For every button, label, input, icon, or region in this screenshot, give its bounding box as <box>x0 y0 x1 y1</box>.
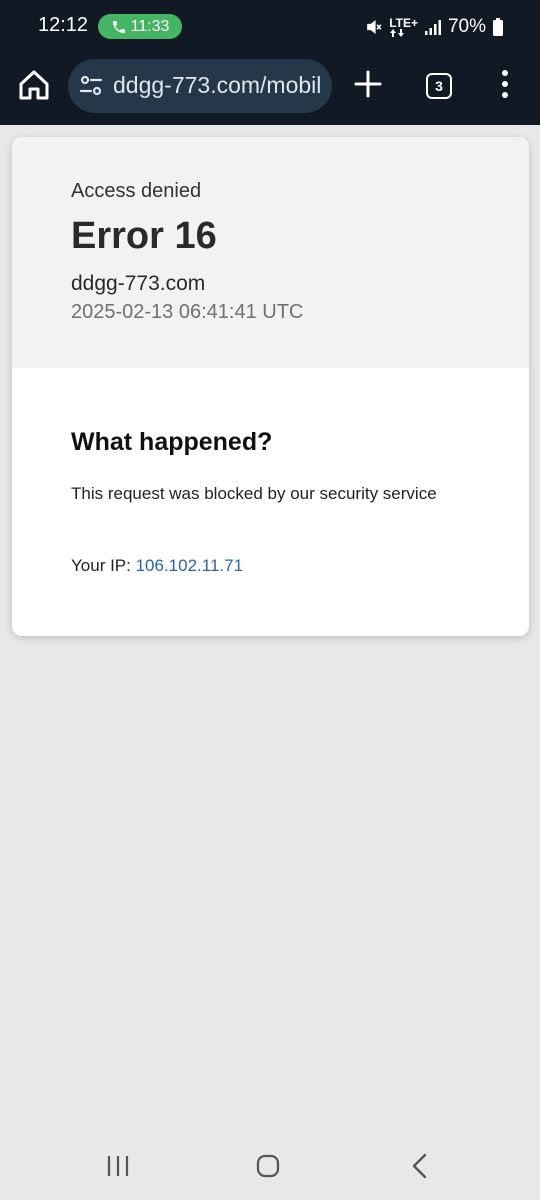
tab-count: 3 <box>435 78 443 94</box>
signal-icon <box>424 20 441 35</box>
system-nav-bar <box>0 1132 540 1200</box>
site-settings-icon[interactable] <box>79 75 103 97</box>
status-icons: LTE+ 70% <box>365 12 504 42</box>
blocked-message: This request was blocked by our security… <box>71 484 437 503</box>
browser-toolbar: ddgg-773.com/mobil 3 <box>0 54 540 125</box>
more-vert-icon[interactable] <box>498 70 512 102</box>
status-bar: 12:12 11:33 LTE+ 70% <box>0 0 540 54</box>
battery-percent: 70% <box>447 16 486 37</box>
ip-line: Your IP: 106.102.11.71 <box>71 556 243 576</box>
what-happened-heading: What happened? <box>71 428 273 456</box>
ip-value[interactable]: 106.102.11.71 <box>136 556 243 575</box>
url-text: ddgg-773.com/mobil <box>113 72 322 98</box>
call-duration: 11:33 <box>130 17 170 35</box>
vibrate-mute-icon <box>367 20 382 34</box>
error-header: Access denied Error 16 ddgg-773.com 2025… <box>12 137 529 368</box>
tab-switcher-button[interactable]: 3 <box>426 73 452 99</box>
ongoing-call-pill[interactable]: 11:33 <box>98 14 182 39</box>
error-domain: ddgg-773.com <box>71 272 206 295</box>
access-denied-label: Access denied <box>71 180 202 202</box>
address-bar[interactable]: ddgg-773.com/mobil <box>68 59 332 113</box>
phone-icon <box>112 20 125 33</box>
error-timestamp: 2025-02-13 06:41:41 UTC <box>71 301 304 323</box>
error-title: Error 16 <box>71 215 217 257</box>
battery-icon <box>493 18 503 36</box>
nav-home-icon[interactable] <box>256 1154 280 1178</box>
home-icon[interactable] <box>17 68 51 102</box>
back-icon[interactable] <box>410 1153 430 1179</box>
ip-label: Your IP: <box>71 556 131 575</box>
recent-apps-icon[interactable] <box>106 1155 130 1177</box>
network-type: LTE+ <box>389 17 418 37</box>
error-card: Access denied Error 16 ddgg-773.com 2025… <box>12 137 529 636</box>
status-time: 12:12 <box>38 14 89 36</box>
plus-icon[interactable] <box>353 69 383 99</box>
